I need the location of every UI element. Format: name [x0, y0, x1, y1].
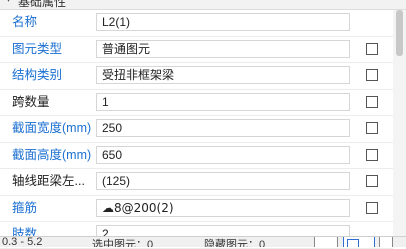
property-row: 截面高度(mm) 650: [0, 143, 393, 169]
property-label: 结构类别: [12, 68, 63, 82]
property-label: 箍筋: [12, 200, 38, 215]
property-checkbox[interactable]: [366, 122, 378, 134]
property-checkbox[interactable]: [366, 69, 378, 81]
property-value-field[interactable]: 250: [96, 119, 350, 137]
property-label: 轴线距梁左...: [12, 174, 85, 188]
select-mode-button[interactable]: [314, 237, 338, 247]
property-row: 截面宽度(mm) 250: [0, 116, 393, 143]
property-row: 轴线距梁左... (125): [0, 169, 393, 196]
property-value-field[interactable]: L2(1): [96, 13, 350, 31]
status-bar: 0.3 - 5.2 选中图元：0 隐藏图元：0: [0, 236, 406, 247]
collapse-caret-icon[interactable]: ▾: [6, 0, 11, 5]
section-header[interactable]: ▾ 基础属性: [0, 0, 406, 10]
property-row: 结构类别 受扭非框架梁: [0, 63, 393, 90]
dropdown-button[interactable]: [379, 237, 393, 247]
property-label: 图元类型: [12, 41, 63, 56]
property-row: 箍筋 ☁8@200(2): [0, 196, 393, 222]
property-value-field[interactable]: 受扭非框架梁: [96, 66, 350, 84]
property-checkbox[interactable]: [366, 148, 378, 161]
section-title: 基础属性: [18, 0, 67, 9]
selected-count: 选中图元：0: [92, 239, 154, 247]
vertical-scrollbar[interactable]: [393, 10, 406, 236]
property-checkbox[interactable]: [366, 95, 378, 108]
hidden-count: 隐藏图元：0: [204, 239, 266, 247]
coordinate-readout: 0.3 - 5.2: [2, 236, 43, 247]
property-label: 截面高度(mm): [12, 147, 92, 162]
property-value-field[interactable]: (125): [96, 172, 350, 190]
property-value-field[interactable]: 650: [96, 145, 350, 164]
property-grid: 名称 L2(1) 图元类型 普通图元 结构类别 受扭非框架梁 跨数量 1 截面宽…: [0, 10, 393, 249]
property-row: 跨数量 1: [0, 90, 393, 116]
property-label: 名称: [12, 15, 38, 29]
property-value-field[interactable]: ☁8@200(2): [96, 198, 350, 217]
scrollbar-thumb[interactable]: [396, 10, 403, 56]
property-label: 截面宽度(mm): [12, 121, 92, 135]
property-checkbox[interactable]: [366, 201, 378, 214]
property-row: 名称 L2(1): [0, 10, 393, 37]
box-select-button[interactable]: [343, 237, 375, 247]
property-checkbox[interactable]: [366, 175, 378, 187]
property-checkbox[interactable]: [366, 42, 378, 55]
property-label: 跨数量: [12, 94, 50, 109]
property-row: 图元类型 普通图元: [0, 37, 393, 63]
property-value-field[interactable]: 普通图元: [96, 39, 350, 58]
property-value-field[interactable]: 1: [96, 92, 350, 111]
